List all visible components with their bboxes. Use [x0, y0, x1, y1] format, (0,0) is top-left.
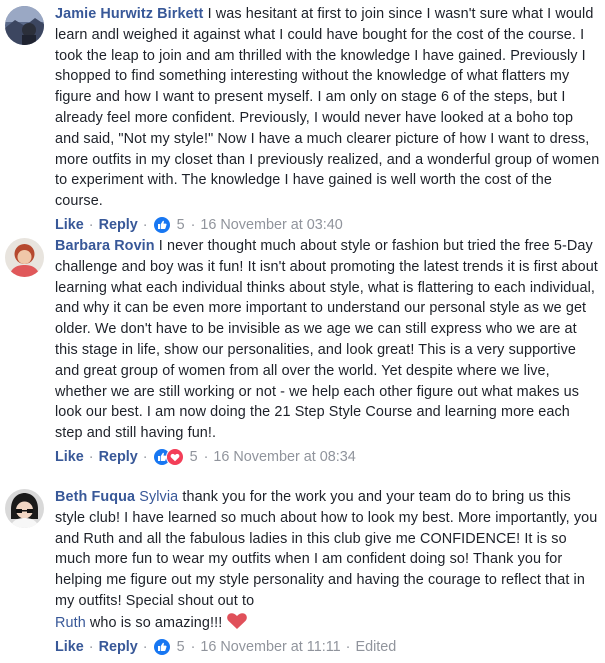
comment-timestamp[interactable]: 16 November at 11:11: [200, 637, 340, 657]
like-reaction-icon: [152, 637, 171, 656]
avatar-image: [5, 489, 44, 528]
separator: ·: [88, 216, 94, 233]
reaction-count: 5: [189, 448, 198, 465]
reply-button[interactable]: Reply: [99, 215, 138, 235]
edited-label[interactable]: Edited: [355, 637, 396, 657]
like-button[interactable]: Like: [55, 447, 84, 467]
like-button[interactable]: Like: [55, 215, 84, 235]
reaction-count: 5: [176, 216, 185, 233]
comment-list: Jamie Hurwitz Birkett I was hesitant at …: [0, 0, 605, 663]
comment-actions: Like · Reply · 5 · 16 November at 11:11 …: [55, 637, 600, 657]
comment-body: thank you for the work you and your team…: [55, 489, 598, 609]
like-reaction-icon: [152, 215, 171, 234]
avatar-image: [5, 6, 44, 45]
comment-text: Beth Fuqua Sylvia thank you for the work…: [55, 487, 600, 634]
comment-body-end: who is so amazing!!!: [89, 614, 223, 631]
heart-emoji-icon: [226, 612, 248, 630]
love-reaction-icon: [165, 447, 184, 466]
reaction-summary[interactable]: 5: [152, 637, 185, 657]
comment-author[interactable]: Jamie Hurwitz Birkett: [55, 6, 203, 22]
reply-button[interactable]: Reply: [99, 637, 138, 657]
mention-tag[interactable]: Ruth: [55, 615, 86, 631]
avatar[interactable]: [5, 489, 44, 528]
comment-text: Jamie Hurwitz Birkett I was hesitant at …: [55, 4, 600, 212]
comment-actions: Like · Reply · 5 · 16 November at 08:34: [55, 447, 600, 467]
separator: ·: [142, 216, 148, 233]
reply-button[interactable]: Reply: [99, 447, 138, 467]
separator: ·: [88, 448, 94, 465]
comment-actions: Like · Reply · 5 · 16 November at 03:40: [55, 215, 600, 235]
reaction-count: 5: [176, 638, 185, 655]
separator: ·: [345, 638, 351, 655]
separator: ·: [142, 638, 148, 655]
separator: ·: [142, 448, 148, 465]
comment-author[interactable]: Barbara Rovin: [55, 238, 155, 254]
reaction-summary[interactable]: 5: [152, 447, 198, 467]
comment-timestamp[interactable]: 16 November at 08:34: [213, 447, 355, 467]
separator: ·: [203, 448, 209, 465]
comment-body: I never thought much about style or fash…: [55, 238, 598, 442]
comment-body: I was hesitant at first to join since I …: [55, 6, 600, 210]
reaction-summary[interactable]: 5: [152, 215, 185, 235]
avatar-image: [5, 238, 44, 277]
comment-author[interactable]: Beth Fuqua: [55, 489, 135, 505]
separator: ·: [88, 638, 94, 655]
separator: ·: [190, 638, 196, 655]
like-button[interactable]: Like: [55, 637, 84, 657]
avatar[interactable]: [5, 6, 44, 45]
avatar[interactable]: [5, 238, 44, 277]
comment-timestamp[interactable]: 16 November at 03:40: [200, 215, 342, 235]
mention-tag[interactable]: Sylvia: [139, 489, 178, 505]
separator: ·: [190, 216, 196, 233]
comment-text: Barbara Rovin I never thought much about…: [55, 236, 600, 444]
